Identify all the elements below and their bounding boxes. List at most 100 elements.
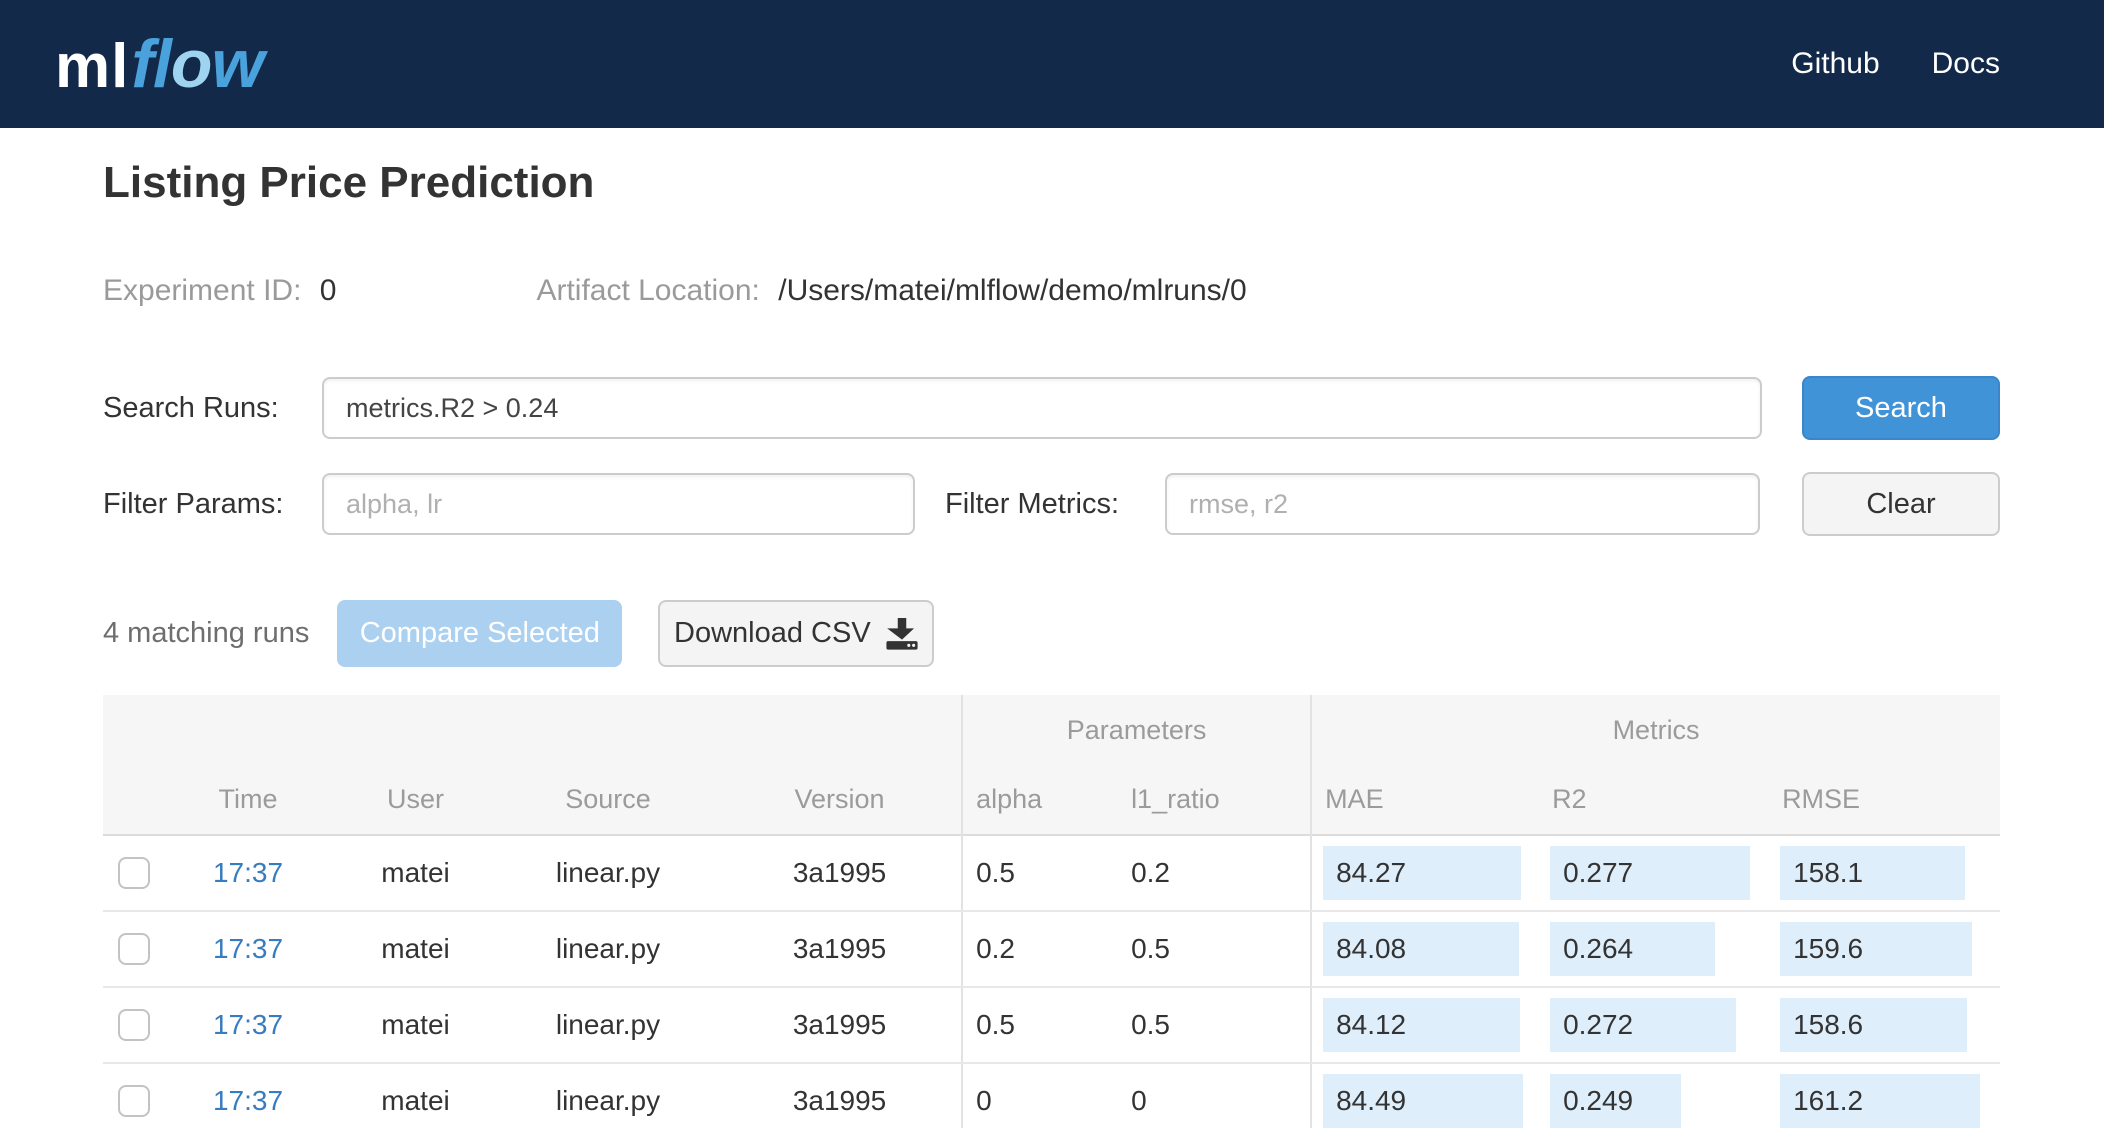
row-select-checkbox[interactable]: [118, 933, 150, 965]
row-select-checkbox[interactable]: [118, 857, 150, 889]
column-header-source: Source: [565, 784, 651, 814]
artifact-location-value: /Users/matei/mlflow/demo/mlruns/0: [778, 274, 1247, 307]
metric-mae-cell: 84.49: [1310, 1063, 1540, 1128]
logo-text-ml: ml: [55, 32, 130, 101]
run-version-cell: 3a1995: [718, 835, 963, 912]
column-header-mae: MAE: [1310, 765, 1540, 835]
column-header-alpha: alpha: [961, 765, 1119, 835]
main-content: Listing Price Prediction Experiment ID: …: [103, 158, 2001, 1128]
metric-value-bar: 84.08: [1323, 922, 1520, 976]
metric-mae-cell: 84.08: [1310, 911, 1540, 988]
run-time-cell: 17:37: [163, 1063, 333, 1128]
artifact-location-label: Artifact Location:: [536, 274, 760, 307]
run-time-link[interactable]: 17:37: [213, 857, 283, 888]
metric-value-bar: 0.272: [1550, 998, 1737, 1052]
filter-row: Filter Params: Filter Metrics: Clear: [103, 472, 2000, 536]
run-user-cell: matei: [333, 1063, 498, 1128]
matching-runs-count: 4 matching runs: [103, 617, 310, 649]
experiment-meta-row: Experiment ID: 0 Artifact Location: /Use…: [103, 274, 2000, 308]
row-select-cell: [103, 911, 163, 988]
metric-rmse-cell: 158.1: [1769, 835, 2001, 912]
run-user-cell: matei: [333, 911, 498, 988]
run-version-cell: 3a1995: [718, 911, 963, 988]
metric-value-bar: 0.264: [1550, 922, 1716, 976]
runs-toolbar: 4 matching runs Compare Selected Downloa…: [103, 600, 2000, 667]
run-user-cell: matei: [333, 987, 498, 1064]
navbar-links: Github Docs: [1791, 47, 2000, 81]
experiment-id-label: Experiment ID:: [103, 274, 302, 307]
column-header-r2: R2: [1552, 784, 1587, 814]
param-l1-ratio-cell: 0: [1118, 1063, 1312, 1128]
metric-mae-cell: 84.12: [1310, 987, 1540, 1064]
filter-params-label: Filter Params:: [103, 487, 284, 520]
top-navbar: ml flow Github Docs: [0, 0, 2104, 128]
metric-value-bar: 0.277: [1550, 846, 1751, 900]
param-alpha-cell: 0.5: [961, 835, 1119, 912]
column-header-checkbox: [103, 765, 163, 835]
run-time-cell: 17:37: [163, 987, 333, 1064]
group-header-parameters: Parameters: [961, 695, 1312, 765]
param-l1-ratio-cell: 0.2: [1118, 835, 1312, 912]
metric-value-bar: 158.1: [1780, 846, 1966, 900]
search-runs-input[interactable]: [322, 377, 1762, 439]
run-user-cell: matei: [333, 835, 498, 912]
compare-selected-button[interactable]: Compare Selected: [337, 600, 623, 667]
table-row: 17:37 matei linear.py 3a1995 0 0 84.49 0…: [103, 1063, 2001, 1128]
run-source-cell: linear.py: [498, 1063, 718, 1128]
runs-table-body: 17:37 matei linear.py 3a1995 0.5 0.2 84.…: [103, 835, 2001, 1128]
nav-link-github[interactable]: Github: [1791, 47, 1879, 81]
metric-value-bar: 0.249: [1550, 1074, 1682, 1128]
clear-button[interactable]: Clear: [1802, 472, 2000, 536]
table-row: 17:37 matei linear.py 3a1995 0.2 0.5 84.…: [103, 911, 2001, 988]
metric-r2-cell: 0.277: [1539, 835, 1770, 912]
row-select-cell: [103, 1063, 163, 1128]
row-select-checkbox[interactable]: [118, 1085, 150, 1117]
column-header-row: Time User Source Version alpha l1_ratio …: [103, 765, 2000, 835]
metric-value-bar: 84.12: [1323, 998, 1521, 1052]
runs-table: Parameters Metrics Time User Source Vers…: [103, 695, 2001, 1128]
run-source-cell: linear.py: [498, 835, 718, 912]
group-header-spacer: [103, 695, 962, 765]
row-select-cell: [103, 987, 163, 1064]
page-title: Listing Price Prediction: [103, 158, 595, 207]
run-time-link[interactable]: 17:37: [213, 1009, 283, 1040]
mlflow-logo[interactable]: ml flow: [55, 25, 264, 103]
download-csv-button[interactable]: Download CSV: [658, 600, 935, 667]
filter-params-input[interactable]: [322, 473, 915, 535]
filter-metrics-input[interactable]: [1165, 473, 1760, 535]
metric-value-bar: 159.6: [1780, 922, 1973, 976]
column-header-rmse: RMSE: [1782, 784, 1861, 814]
logo-text-flow: flow: [131, 26, 264, 102]
metric-r2-cell: 0.272: [1539, 987, 1770, 1064]
metric-r2-cell: 0.249: [1539, 1063, 1770, 1128]
run-source-cell: linear.py: [498, 987, 718, 1064]
column-header-l1-ratio: l1_ratio: [1131, 784, 1220, 814]
download-csv-label: Download CSV: [674, 617, 871, 649]
run-version-cell: 3a1995: [718, 1063, 963, 1128]
artifact-location-block: Artifact Location: /Users/matei/mlflow/d…: [536, 274, 1246, 308]
row-select-cell: [103, 835, 163, 912]
metric-value-bar: 84.27: [1323, 846, 1522, 900]
run-time-link[interactable]: 17:37: [213, 1085, 283, 1116]
group-header-metrics: Metrics: [1310, 695, 2001, 765]
search-runs-label: Search Runs:: [103, 391, 279, 424]
nav-link-docs[interactable]: Docs: [1932, 47, 2000, 81]
search-button[interactable]: Search: [1802, 376, 2000, 440]
run-time-link[interactable]: 17:37: [213, 933, 283, 964]
column-header-time: Time: [218, 784, 278, 814]
metric-value-bar: 161.2: [1780, 1074, 1981, 1128]
param-alpha-cell: 0.2: [961, 911, 1119, 988]
param-alpha-cell: 0.5: [961, 987, 1119, 1064]
run-source-cell: linear.py: [498, 911, 718, 988]
run-time-cell: 17:37: [163, 835, 333, 912]
run-version-cell: 3a1995: [718, 987, 963, 1064]
row-select-checkbox[interactable]: [118, 1009, 150, 1041]
metric-rmse-cell: 159.6: [1769, 911, 2001, 988]
run-time-cell: 17:37: [163, 911, 333, 988]
group-header-row: Parameters Metrics: [103, 695, 2001, 765]
logo-flow-o: o: [170, 26, 213, 102]
metric-value-bar: 84.49: [1323, 1074, 1524, 1128]
column-header-version: Version: [794, 784, 885, 814]
runs-table-header: Parameters Metrics Time User Source Vers…: [103, 695, 2001, 835]
filter-metrics-label: Filter Metrics:: [945, 487, 1119, 520]
